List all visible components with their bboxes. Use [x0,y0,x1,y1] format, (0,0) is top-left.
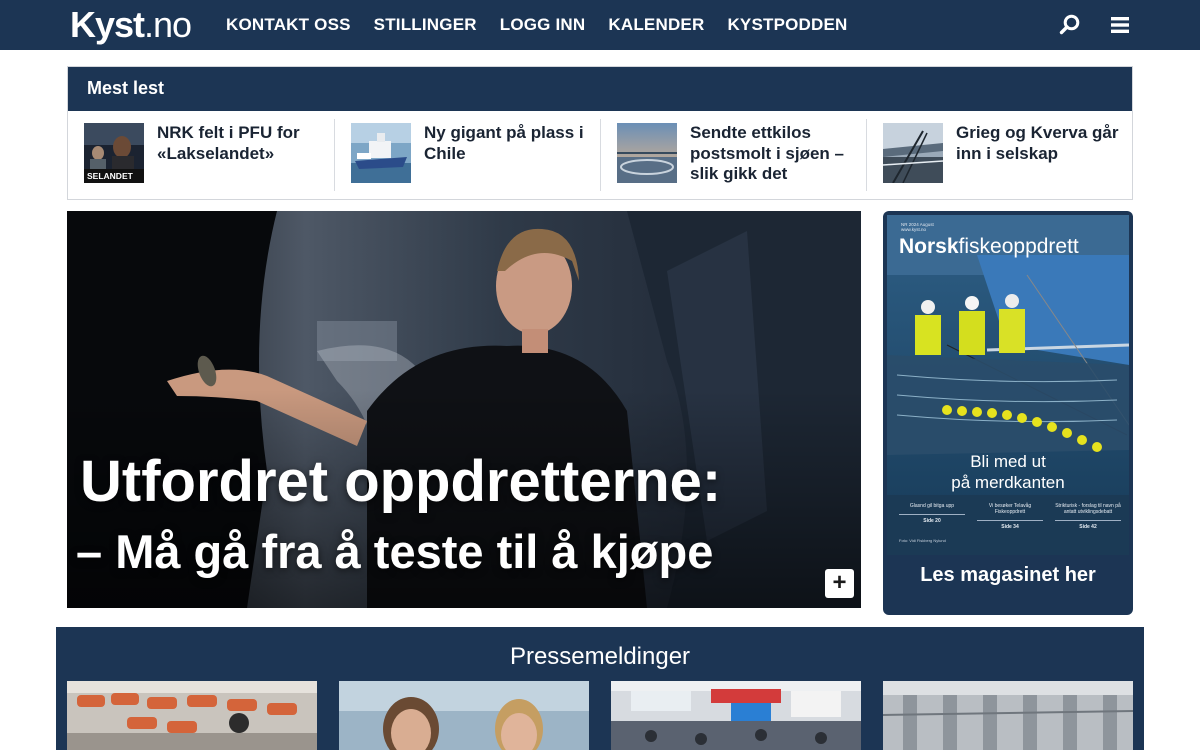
toc-page: Side 20 [899,514,965,524]
most-read-item[interactable]: Sendte ettkilos postsmolt i sjøen – slik… [617,119,867,195]
cover-url-line: www.kyst.no [901,227,927,232]
nav-jobs[interactable]: STILLINGER [374,15,477,35]
article-thumbnail[interactable] [351,123,411,183]
toc-page: Side 34 [977,520,1043,530]
logo-wordmark: Kyst [70,4,145,45]
logo-domain: .no [144,4,192,45]
most-read-item[interactable]: Ny gigant på plass i Chile [351,119,601,195]
cover-headline-line: Bli med ut [970,452,1046,471]
press-release-card[interactable] [67,681,317,750]
main-nav: KONTAKT OSS STILLINGER LOGG INN KALENDER… [226,0,848,50]
hamburger-menu-icon[interactable] [1108,13,1132,37]
most-read-item[interactable]: Grieg og Kverva går inn i selskap [883,119,1133,195]
magazine-name-thin: fiskeoppdrett [958,235,1079,258]
nav-calendar[interactable]: KALENDER [608,15,704,35]
magazine-promo[interactable]: NR 2024 August www.kyst.no Norskfiskeopp… [883,211,1133,615]
cover-table-of-contents: Glasnd gil bitga upp Side 20 Vi besøker T… [899,503,1121,530]
divider [866,119,867,191]
article-thumbnail[interactable] [883,123,943,183]
article-thumbnail[interactable]: SELANDET [84,123,144,183]
press-release-card[interactable] [883,681,1133,750]
hero-article[interactable]: Utfordret oppdretterne: – Må gå fra å te… [67,211,861,608]
press-releases-heading: Pressemeldinger [509,643,691,670]
toc-text: Glasnd gil bitga upp [909,503,955,509]
most-read-heading: Mest lest [68,67,1132,111]
article-thumbnail[interactable] [617,123,677,183]
cover-issue-info: NR 2024 August www.kyst.no [901,222,934,232]
press-releases-section: Pressemeldinger [56,627,1144,750]
magazine-name: Norskfiskeoppdrett [899,235,1079,259]
toc-entry: Vi besøker Telavåg Fiskeoppdrett Side 34 [977,503,1043,530]
toc-entry: Strikturisk - forslag til navn på antatt… [1055,503,1121,530]
most-read-box: Mest lest SELANDET NRK felt i PFU for «L… [67,66,1133,200]
toc-text: Strikturisk - forslag til navn på antatt… [1055,503,1121,515]
nav-login[interactable]: LOGG INN [500,15,586,35]
toc-text: Vi besøker Telavåg Fiskeoppdrett [988,503,1032,515]
magazine-cover[interactable]: NR 2024 August www.kyst.no Norskfiskeopp… [887,215,1129,555]
divider [600,119,601,191]
most-read-title[interactable]: NRK felt i PFU for «Lakselandet» [157,123,327,164]
read-magazine-link[interactable]: Les magasinet her [883,564,1133,587]
divider [334,119,335,191]
hero-title[interactable]: Utfordret oppdretterne: [80,449,721,515]
toc-entry: Glasnd gil bitga upp Side 20 [899,503,965,530]
nav-podcast[interactable]: KYSTPODDEN [727,15,847,35]
search-icon[interactable] [1058,13,1082,37]
most-read-title[interactable]: Grieg og Kverva går inn i selskap [956,123,1126,164]
most-read-title[interactable]: Sendte ettkilos postsmolt i sjøen – slik… [690,123,860,185]
thumbnail-caption: SELANDET [87,171,134,181]
magazine-name-bold: Norsk [899,235,959,258]
nav-contact[interactable]: KONTAKT OSS [226,15,351,35]
cover-headline: Bli med ut på merdkanten [887,451,1129,493]
top-navigation-bar: Kyst.no KONTAKT OSS STILLINGER LOGG INN … [0,0,1200,50]
most-read-title[interactable]: Ny gigant på plass i Chile [424,123,594,164]
cover-photo-credit: Foto: Vidi Fiskberg Nylund [899,538,946,543]
site-logo[interactable]: Kyst.no [70,4,192,46]
cover-headline-line: på merdkanten [951,473,1065,492]
hero-subtitle[interactable]: – Må gå fra å teste til å kjøpe [76,524,713,580]
most-read-item[interactable]: SELANDET NRK felt i PFU for «Lakselandet… [84,119,334,195]
toc-page: Side 42 [1055,520,1121,530]
press-release-card[interactable] [611,681,861,750]
expand-button[interactable]: + [825,569,854,598]
press-release-card[interactable] [339,681,589,750]
